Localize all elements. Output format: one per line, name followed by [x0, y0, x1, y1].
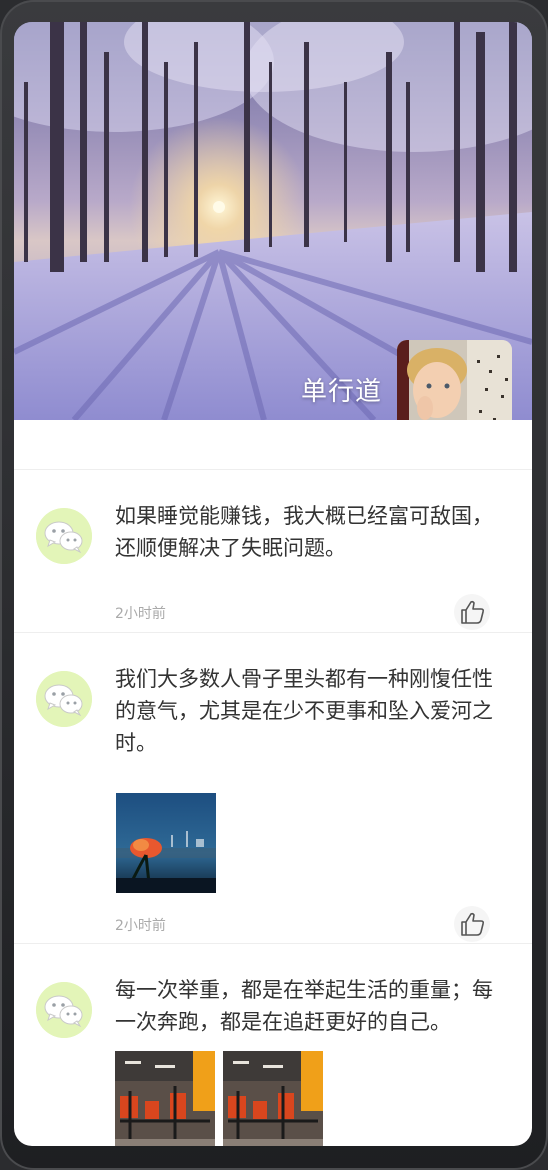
gym-photo-2 — [223, 1051, 323, 1146]
profile-name: 单行道 — [300, 377, 382, 407]
child-photo: my first — [397, 340, 512, 420]
post-text: 每一次举重，都是在举起生活的重量；每一次奔跑，都是在追赶更好的自己。 — [115, 978, 493, 1034]
post-image[interactable] — [115, 1051, 215, 1146]
post-text: 我们大多数人骨子里头都有一种刚愎任性的意气，尤其是在少不更事和坠入爱河之时。 — [115, 667, 493, 755]
thumbs-up-icon — [461, 600, 485, 624]
wechat-icon — [36, 671, 92, 727]
like-button[interactable] — [454, 594, 490, 630]
moment-post: 每一次举重，都是在举起生活的重量；每一次奔跑，都是在追赶更好的自己。 — [14, 944, 532, 1146]
screen: 单行道 my first 如果睡觉能赚钱，我大概已经富可敌国，还顺便解决了失眠问… — [14, 22, 532, 1146]
night-flower-photo — [116, 793, 216, 893]
phone-frame: 单行道 my first 如果睡觉能赚钱，我大概已经富可敌国，还顺便解决了失眠问… — [0, 0, 548, 1170]
post-time: 2小时前 — [115, 918, 166, 934]
cover-photo[interactable]: 单行道 my first — [14, 22, 532, 420]
thumbs-up-icon — [461, 912, 485, 936]
post-avatar[interactable] — [36, 671, 92, 727]
post-image[interactable] — [223, 1051, 323, 1146]
gym-photo-1 — [115, 1051, 215, 1146]
profile-avatar[interactable]: my first — [397, 340, 512, 420]
moment-post: 如果睡觉能赚钱，我大概已经富可敌国，还顺便解决了失眠问题。 2小时前 — [14, 470, 532, 633]
post-avatar[interactable] — [36, 982, 92, 1038]
post-avatar[interactable] — [36, 508, 92, 564]
post-image[interactable] — [116, 793, 216, 893]
wechat-icon — [36, 508, 92, 564]
wechat-icon — [36, 982, 92, 1038]
moment-post: 我们大多数人骨子里头都有一种刚愎任性的意气，尤其是在少不更事和坠入爱河之时。 2… — [14, 633, 532, 944]
post-text: 如果睡觉能赚钱，我大概已经富可敌国，还顺便解决了失眠问题。 — [115, 504, 493, 560]
post-time: 2小时前 — [115, 606, 166, 622]
like-button[interactable] — [454, 906, 490, 942]
